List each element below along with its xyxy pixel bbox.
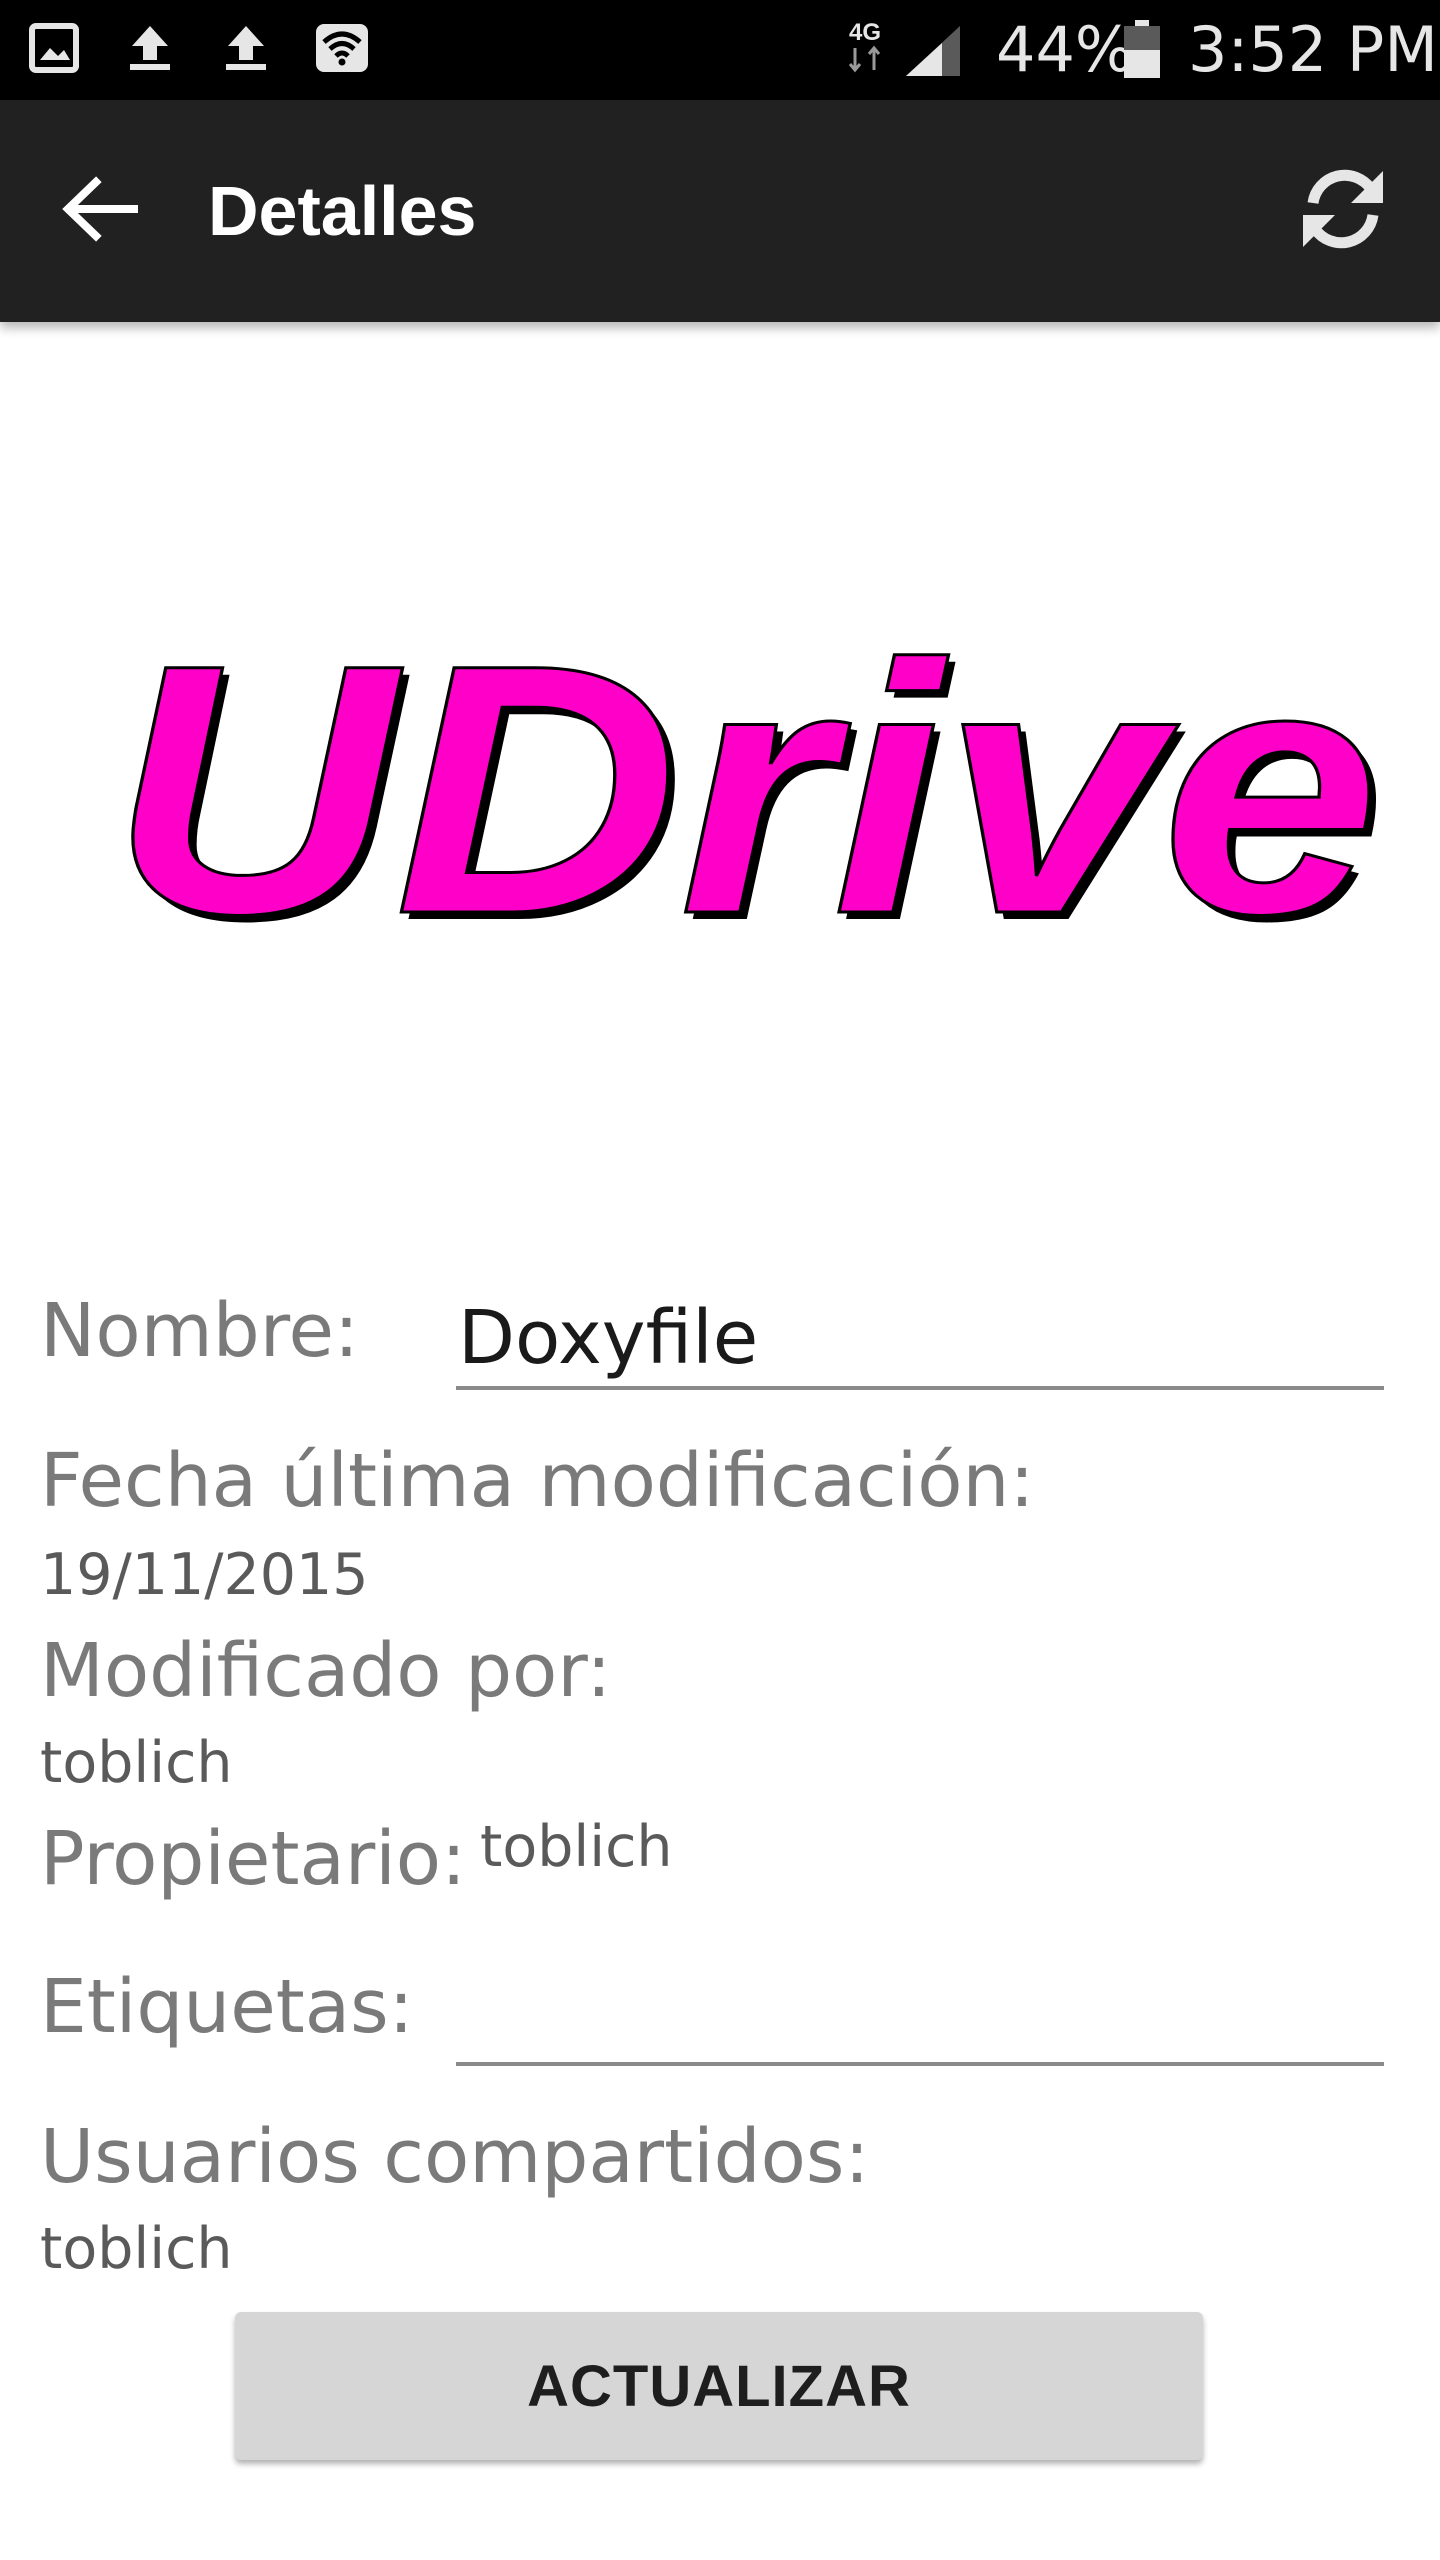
battery-icon bbox=[1124, 20, 1160, 83]
clock: 3:52 PM bbox=[1188, 13, 1438, 86]
shared-users-value: toblich bbox=[40, 2216, 233, 2282]
arrow-back-icon bbox=[62, 175, 138, 247]
signal-icon bbox=[904, 24, 962, 83]
network-4g-icon: 4G bbox=[842, 18, 888, 83]
udrive-logo: UDrive UDrive bbox=[109, 640, 1388, 960]
name-field[interactable] bbox=[456, 1290, 1384, 1390]
modified-by-value: toblich bbox=[40, 1730, 233, 1796]
network-label: 4G bbox=[849, 19, 881, 46]
date-value: 19/11/2015 bbox=[40, 1542, 369, 1608]
refresh-icon bbox=[1293, 159, 1393, 264]
back-button[interactable] bbox=[40, 151, 160, 271]
tags-label: Etiquetas: bbox=[40, 1964, 414, 2050]
date-label: Fecha última modificación: bbox=[40, 1438, 1035, 1524]
logo-text: UDrive bbox=[110, 640, 1380, 960]
wifi-icon bbox=[314, 22, 370, 79]
tags-field[interactable] bbox=[456, 1966, 1384, 2066]
status-bar: 4G 44% 3:52 PM bbox=[0, 0, 1440, 100]
modified-by-label: Modificado por: bbox=[40, 1628, 612, 1714]
upload-icon bbox=[220, 22, 272, 79]
screen: 4G 44% 3:52 PM Detalles UDrive UDrive No… bbox=[0, 0, 1440, 2560]
owner-label: Propietario: bbox=[40, 1816, 467, 1902]
refresh-button[interactable] bbox=[1278, 151, 1408, 271]
upload-icon bbox=[124, 22, 176, 79]
owner-value: toblich bbox=[480, 1814, 673, 1880]
toolbar: Detalles bbox=[0, 100, 1440, 322]
gallery-icon bbox=[28, 22, 80, 79]
page-title: Detalles bbox=[208, 172, 477, 250]
shared-users-label: Usuarios compartidos: bbox=[40, 2114, 870, 2200]
battery-percent: 44% bbox=[996, 13, 1134, 86]
name-label: Nombre: bbox=[40, 1288, 359, 1374]
update-button[interactable]: ACTUALIZAR bbox=[235, 2312, 1203, 2460]
